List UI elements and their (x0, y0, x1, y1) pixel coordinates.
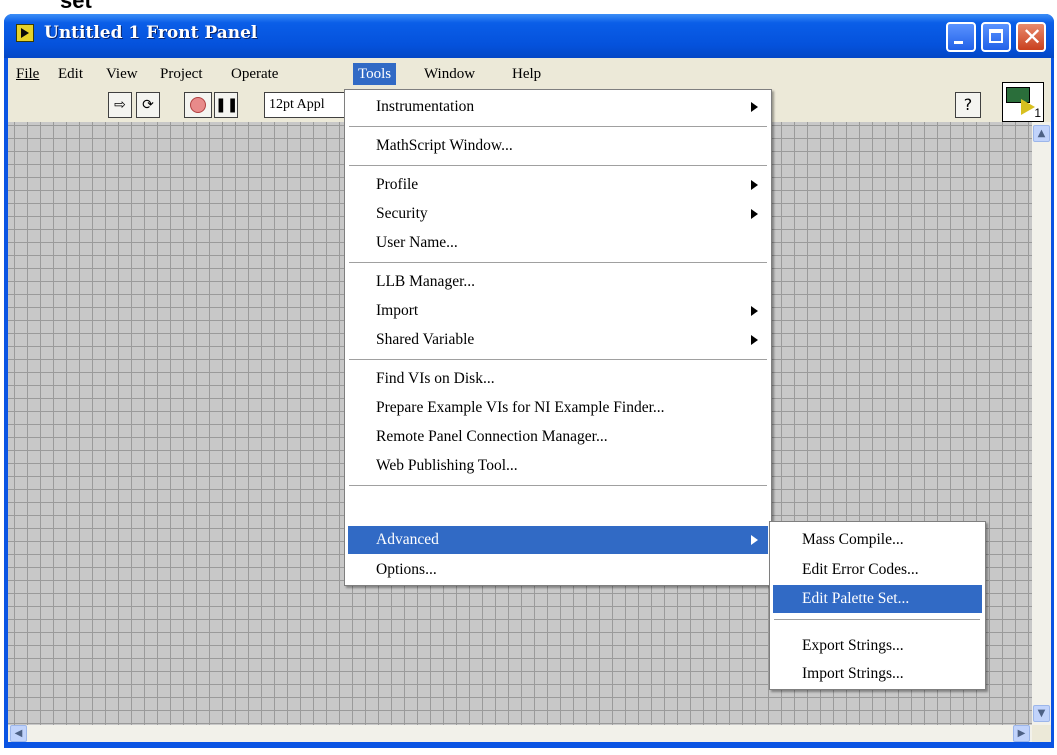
submenu-arrow-icon (751, 209, 758, 219)
run-continuously-icon: ⟳ (142, 97, 154, 113)
submenu-item-export-strings[interactable]: Export Strings... (773, 632, 982, 660)
menu-window[interactable]: Window (419, 63, 480, 85)
menu-help[interactable]: Help (507, 63, 546, 85)
submenu-arrow-icon (751, 102, 758, 112)
menu-item-security[interactable]: Security (348, 200, 768, 228)
resize-grip[interactable] (1032, 725, 1051, 742)
menu-edit[interactable]: Edit (53, 63, 88, 85)
menu-item-import[interactable]: Import (348, 297, 768, 325)
menu-item-user-name[interactable]: User Name... (348, 229, 768, 257)
submenu-arrow-icon (751, 306, 758, 316)
menu-item-options[interactable]: Options... (348, 556, 768, 584)
menu-file[interactable]: File (11, 63, 44, 85)
menu-item-llb-manager[interactable]: LLB Manager... (348, 268, 768, 296)
menu-separator (349, 126, 767, 128)
font-selector[interactable]: 12pt Appl (264, 92, 354, 118)
menu-item-shared-variable[interactable]: Shared Variable (348, 326, 768, 354)
menu-item-mathscript-window[interactable]: MathScript Window... (348, 132, 768, 160)
vi-connector-icon[interactable]: 1 (1002, 82, 1044, 122)
advanced-submenu: Mass Compile... Edit Error Codes... Edit… (769, 521, 986, 690)
pause-icon: ❚❚ (215, 97, 239, 113)
labview-vi-icon[interactable] (16, 24, 34, 42)
menu-separator (349, 165, 767, 167)
menu-separator (349, 485, 767, 487)
abort-button[interactable] (184, 92, 212, 118)
menu-item-advanced[interactable]: Advanced (348, 526, 768, 554)
menu-item-remote-panel-connection-manager[interactable]: Remote Panel Connection Manager... (348, 423, 768, 451)
submenu-arrow-icon (751, 535, 758, 545)
submenu-arrow-icon (751, 180, 758, 190)
menu-project[interactable]: Project (155, 63, 208, 85)
menu-item-prepare-example-vis[interactable]: Prepare Example VIs for NI Example Finde… (348, 394, 768, 422)
horizontal-scrollbar[interactable]: ◀ ▶ (8, 725, 1032, 742)
tools-dropdown-menu: Instrumentation MathScript Window... Pro… (344, 89, 772, 586)
close-icon: ✕ (1022, 23, 1043, 51)
submenu-item-edit-error-codes[interactable]: Edit Error Codes... (773, 556, 982, 584)
minimize-button[interactable] (946, 22, 976, 52)
run-arrow-icon: ⇨ (114, 97, 126, 113)
menu-view[interactable]: View (101, 63, 143, 85)
submenu-item-mass-compile[interactable]: Mass Compile... (773, 526, 982, 554)
maximize-button[interactable] (981, 22, 1011, 52)
vi-icon-number: 1 (1034, 106, 1041, 120)
submenu-item-edit-palette-set[interactable]: Edit Palette Set... (773, 585, 982, 613)
scroll-right-button[interactable]: ▶ (1013, 725, 1030, 742)
submenu-arrow-icon (751, 335, 758, 345)
close-button[interactable]: ✕ (1016, 22, 1046, 52)
scroll-up-button[interactable]: ▲ (1033, 125, 1050, 142)
run-button[interactable]: ⇨ (108, 92, 132, 118)
menu-item-profile[interactable]: Profile (348, 171, 768, 199)
context-help-button[interactable]: ? (955, 92, 981, 118)
menu-item-web-publishing-tool[interactable]: Web Publishing Tool... (348, 452, 768, 480)
menu-separator (774, 619, 980, 621)
menu-item-find-vis-on-disk[interactable]: Find VIs on Disk... (348, 365, 768, 393)
vertical-scrollbar[interactable]: ▲ ▼ (1032, 122, 1051, 725)
menu-operate[interactable]: Operate (226, 63, 283, 85)
menu-separator (349, 359, 767, 361)
menu-tools[interactable]: Tools (353, 63, 397, 85)
menu-bar: File Edit View Project Operate Tools Win… (8, 58, 1051, 88)
cropped-heading-text: set (60, 0, 92, 8)
run-continuously-button[interactable]: ⟳ (136, 92, 160, 118)
window-title: Untitled 1 Front Panel (44, 23, 258, 43)
pause-button[interactable]: ❚❚ (214, 92, 238, 118)
menu-item-instrumentation[interactable]: Instrumentation (348, 93, 768, 121)
arrow-icon (1021, 99, 1035, 115)
stop-icon (190, 97, 206, 113)
title-bar[interactable]: Untitled 1 Front Panel ✕ (4, 14, 1054, 58)
submenu-item-import-strings[interactable]: Import Strings... (773, 660, 982, 688)
scroll-down-button[interactable]: ▼ (1033, 705, 1050, 722)
scroll-left-button[interactable]: ◀ (10, 725, 27, 742)
menu-separator (349, 262, 767, 264)
